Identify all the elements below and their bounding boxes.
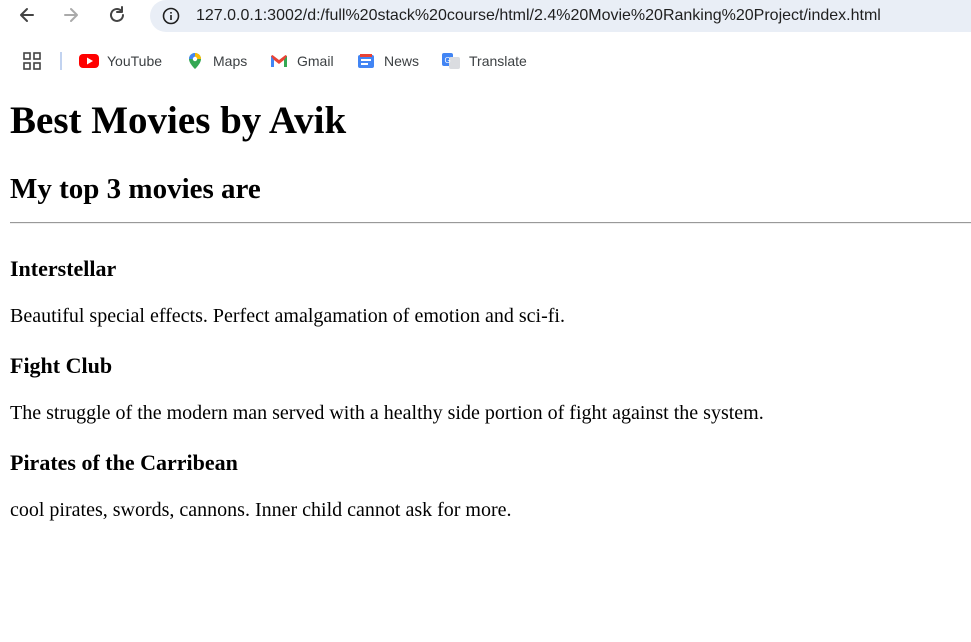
page-subtitle: My top 3 movies are bbox=[10, 173, 261, 205]
back-button[interactable] bbox=[13, 1, 41, 29]
bookmark-label: YouTube bbox=[107, 53, 163, 69]
browser-toolbar: 127.0.0.1:3002/d:/full%20stack%20course/… bbox=[0, 0, 971, 32]
movie-title: Fight Club bbox=[10, 353, 113, 378]
reload-button[interactable] bbox=[103, 1, 131, 29]
svg-text:G: G bbox=[445, 56, 451, 65]
movie-title: Pirates of the Carribean bbox=[10, 450, 238, 475]
movie-description: Beautiful special effects. Perfect amalg… bbox=[10, 305, 565, 327]
bookmarks-bar: YouTube Maps Gmail News G Translate bbox=[0, 46, 971, 76]
news-icon bbox=[356, 52, 376, 70]
movie-title: Interstellar bbox=[10, 256, 117, 281]
bookmark-translate[interactable]: G Translate bbox=[441, 46, 527, 76]
reload-icon bbox=[110, 6, 124, 22]
forward-button[interactable] bbox=[57, 1, 85, 29]
bookmark-youtube[interactable]: YouTube bbox=[79, 46, 162, 76]
maps-icon bbox=[185, 52, 205, 70]
url-text[interactable]: 127.0.0.1:3002/d:/full%20stack%20course/… bbox=[196, 7, 881, 25]
movie-description: The struggle of the modern man served wi… bbox=[10, 402, 764, 424]
movie-description: cool pirates, swords, cannons. Inner chi… bbox=[10, 499, 512, 521]
bookmark-label: Translate bbox=[469, 53, 527, 69]
bookmark-gmail[interactable]: Gmail bbox=[269, 46, 334, 76]
apps-grid-icon[interactable] bbox=[23, 52, 41, 70]
page-title: Best Movies by Avik bbox=[10, 99, 347, 142]
bookmark-label: News bbox=[384, 53, 420, 69]
back-arrow-icon bbox=[20, 8, 34, 22]
divider bbox=[10, 222, 971, 224]
forward-arrow-icon bbox=[64, 8, 78, 22]
bookmark-label: Maps bbox=[213, 53, 248, 69]
translate-icon: G bbox=[441, 52, 461, 70]
bookmark-news[interactable]: News bbox=[356, 46, 419, 76]
address-bar[interactable]: 127.0.0.1:3002/d:/full%20stack%20course/… bbox=[150, 0, 971, 32]
bookmarks-separator bbox=[60, 52, 62, 70]
gmail-icon bbox=[269, 52, 289, 70]
bookmark-label: Gmail bbox=[297, 53, 334, 69]
youtube-icon bbox=[79, 52, 99, 70]
site-info-icon[interactable] bbox=[162, 7, 180, 25]
bookmark-maps[interactable]: Maps bbox=[185, 46, 247, 76]
